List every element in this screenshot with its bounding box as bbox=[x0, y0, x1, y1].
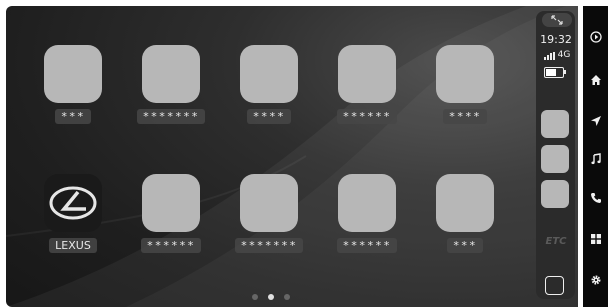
app-label: ****** bbox=[336, 237, 398, 253]
apps-grid-icon bbox=[590, 234, 601, 244]
page-dot[interactable] bbox=[252, 294, 258, 300]
app-tile bbox=[240, 174, 298, 232]
sidebar-item-apps[interactable] bbox=[583, 228, 608, 250]
app-tile bbox=[436, 174, 494, 232]
recent-app-3[interactable] bbox=[541, 180, 569, 208]
app-label: ****** bbox=[336, 108, 398, 124]
status-time: 19:32 bbox=[540, 33, 572, 46]
app-tile bbox=[142, 45, 200, 103]
app-tile bbox=[142, 174, 200, 232]
app-icon[interactable]: *** bbox=[415, 174, 515, 274]
home-icon bbox=[590, 75, 601, 85]
app-icon[interactable]: **** bbox=[415, 45, 515, 145]
carplay-screen: *** ******* **** ****** **** LEXUS *****… bbox=[6, 6, 578, 307]
app-tile bbox=[436, 45, 494, 103]
page-dot-active[interactable] bbox=[268, 294, 274, 300]
etc-label: ETC bbox=[545, 236, 567, 247]
app-icon[interactable]: ****** bbox=[121, 174, 221, 274]
signal-bars-icon bbox=[543, 52, 555, 60]
app-tile bbox=[338, 174, 396, 232]
sidebar-item-navigation[interactable] bbox=[583, 110, 608, 132]
battery-icon bbox=[544, 67, 566, 78]
app-label: ******* bbox=[136, 108, 206, 124]
page-indicator[interactable] bbox=[252, 294, 290, 300]
navigation-arrow-icon bbox=[590, 116, 601, 126]
page-dot[interactable] bbox=[284, 294, 290, 300]
app-tile bbox=[44, 45, 102, 103]
expand-button[interactable] bbox=[542, 13, 572, 27]
app-icon-lexus[interactable]: LEXUS bbox=[23, 174, 123, 274]
sidebar-item-phone[interactable] bbox=[583, 187, 608, 209]
sidebar-item-settings[interactable] bbox=[583, 269, 608, 291]
app-label: *** bbox=[446, 237, 484, 253]
sidebar-item-home[interactable] bbox=[583, 69, 608, 91]
app-label: ****** bbox=[140, 237, 202, 253]
app-label: ******* bbox=[234, 237, 304, 253]
expand-arrows-icon bbox=[551, 15, 563, 25]
app-label: **** bbox=[442, 108, 488, 124]
app-icon[interactable]: ******* bbox=[121, 45, 221, 145]
sidebar-item-music[interactable] bbox=[583, 148, 608, 170]
app-label: *** bbox=[54, 108, 92, 124]
app-tile bbox=[240, 45, 298, 103]
cellular-status: 4G bbox=[538, 50, 576, 60]
phone-icon bbox=[590, 193, 601, 203]
app-icon[interactable]: ******* bbox=[219, 174, 319, 274]
network-type: 4G bbox=[557, 50, 571, 60]
recent-app-2[interactable] bbox=[541, 145, 569, 173]
sidebar bbox=[583, 6, 608, 307]
app-label: LEXUS bbox=[49, 237, 97, 253]
app-label: **** bbox=[246, 108, 292, 124]
app-icon[interactable]: **** bbox=[219, 45, 319, 145]
recent-app-1[interactable] bbox=[541, 110, 569, 138]
app-icon[interactable]: ****** bbox=[317, 174, 417, 274]
play-circle-icon bbox=[589, 31, 602, 43]
app-icon[interactable]: *** bbox=[23, 45, 123, 145]
app-tile bbox=[338, 45, 396, 103]
lexus-logo-icon bbox=[44, 174, 102, 232]
gear-icon bbox=[590, 275, 601, 285]
app-grid: *** ******* **** ****** **** LEXUS *****… bbox=[6, 6, 546, 307]
home-square-button[interactable] bbox=[545, 276, 564, 295]
sidebar-item-nowplaying[interactable] bbox=[583, 26, 608, 48]
app-icon[interactable]: ****** bbox=[317, 45, 417, 145]
music-note-icon bbox=[590, 153, 601, 165]
